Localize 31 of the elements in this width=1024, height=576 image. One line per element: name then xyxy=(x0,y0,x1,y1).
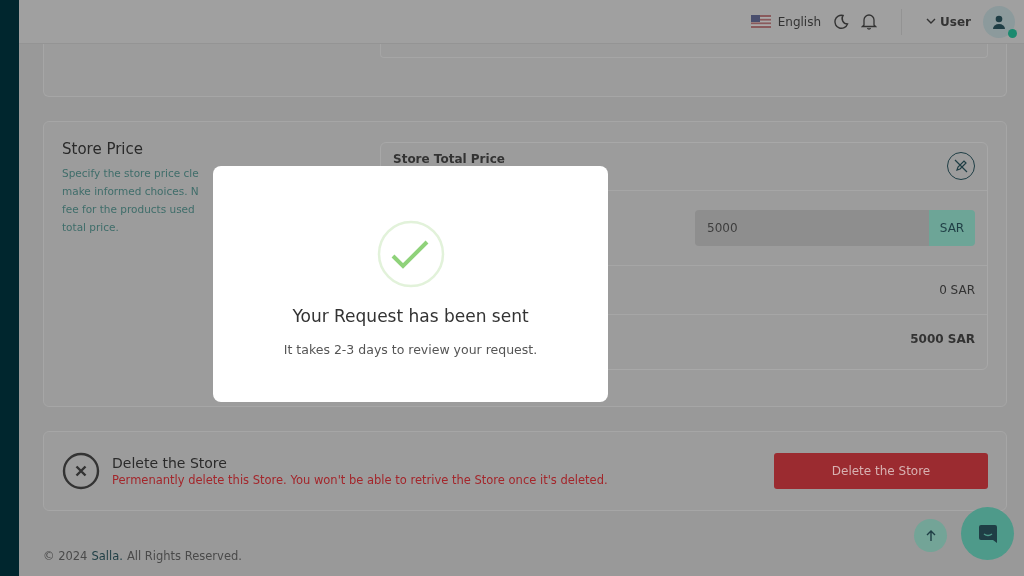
dialog-title: Your Request has been sent xyxy=(292,306,529,326)
dialog-message: It takes 2-3 days to review your request. xyxy=(283,342,538,357)
section-title: Delete the Store xyxy=(112,455,228,471)
section-title: Store Price xyxy=(62,140,144,158)
price-value: 0 SAR xyxy=(939,283,975,297)
chat-button[interactable] xyxy=(961,507,1014,560)
scroll-to-top-button[interactable] xyxy=(914,519,947,552)
chevron-down-icon xyxy=(926,18,937,25)
description-text: make informed choices. N xyxy=(62,184,199,199)
brand-link[interactable]: Salla. xyxy=(91,549,123,563)
copyright-text: © 2024 xyxy=(43,549,88,563)
description-text: fee for the products used xyxy=(62,202,195,217)
rights-text: All Rights Reserved. xyxy=(126,549,242,563)
panel-title: Store Total Price xyxy=(393,152,505,166)
language-selector[interactable]: English xyxy=(750,14,822,29)
pencil-off-icon xyxy=(954,159,968,173)
bell-icon[interactable] xyxy=(861,13,878,30)
description-text: total price. xyxy=(62,220,119,235)
check-circle-icon xyxy=(376,220,445,288)
description-text: Specify the store price cle xyxy=(62,166,199,181)
currency-label: SAR xyxy=(929,210,975,246)
user-menu[interactable]: User xyxy=(926,14,971,29)
price-value: 5000 SAR xyxy=(910,332,975,346)
warning-text: Permenantly delete this Store. You won't be able to retrive the Store once it's deleted. xyxy=(112,473,609,487)
person-icon xyxy=(991,13,1007,30)
close-circle-icon xyxy=(62,452,100,490)
flag-icon xyxy=(750,15,771,28)
delete-store-button[interactable]: Delete the Store xyxy=(774,453,988,489)
user-avatar[interactable] xyxy=(983,5,1015,38)
arrow-up-icon xyxy=(924,529,937,542)
moon-icon[interactable] xyxy=(833,13,850,30)
